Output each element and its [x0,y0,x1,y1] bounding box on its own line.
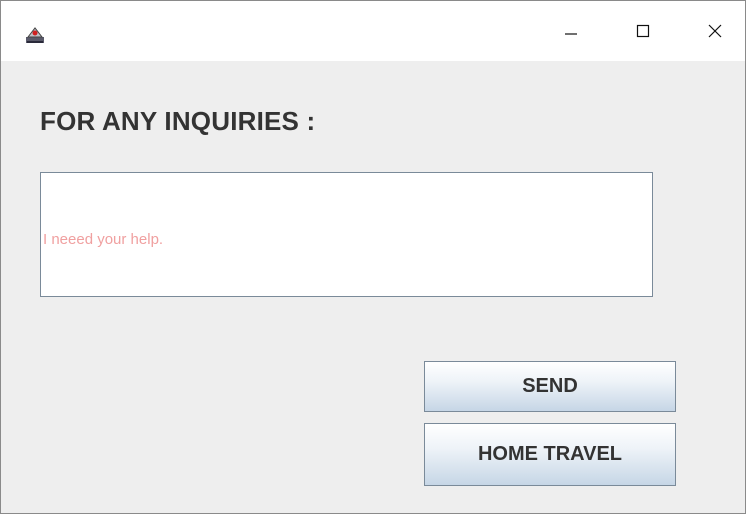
content-panel: FOR ANY INQUIRIES : I neeed your help. S… [1,61,745,513]
java-app-icon [25,25,45,45]
inquiry-text-area[interactable]: I neeed your help. [40,172,653,297]
send-button[interactable]: SEND [424,361,676,412]
app-window: FOR ANY INQUIRIES : I neeed your help. S… [0,0,746,514]
maximize-button[interactable] [621,15,665,51]
minimize-button[interactable] [549,15,593,51]
maximize-icon [636,24,650,43]
page-title: FOR ANY INQUIRIES : [40,106,316,136]
close-icon [708,24,722,43]
title-bar [1,1,745,61]
home-travel-button[interactable]: HOME TRAVEL [424,423,676,486]
inquiry-text: I neeed your help. [43,231,164,248]
close-button[interactable] [693,15,737,51]
minimize-icon [564,24,578,43]
